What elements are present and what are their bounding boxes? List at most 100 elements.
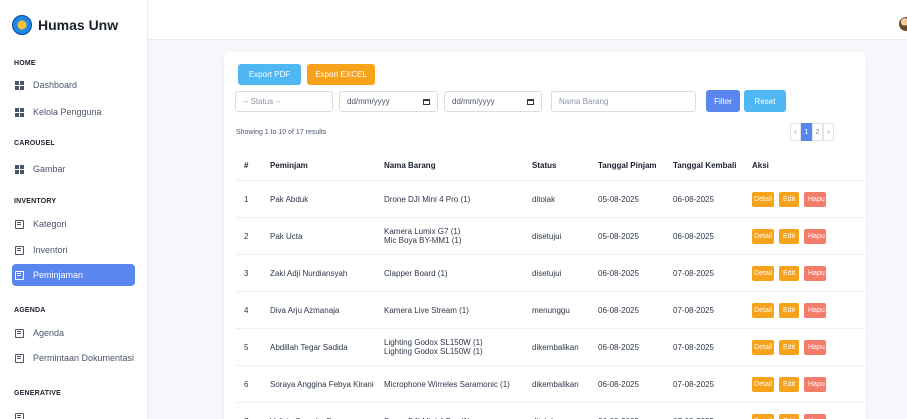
hapus-button[interactable]: Hapu — [804, 302, 826, 318]
edit-button[interactable]: Edit — [779, 265, 799, 281]
calendar-icon[interactable] — [423, 98, 430, 105]
avatar[interactable] — [899, 17, 907, 31]
barang-item: Kamera Live Stream (1) — [384, 305, 469, 315]
edit-button[interactable]: Edit — [779, 302, 799, 318]
detail-button[interactable]: Detail — [752, 302, 774, 318]
edit-button[interactable]: Edit — [779, 376, 799, 392]
cell-tanggal-pinjam: 05-08-2025 — [598, 231, 639, 241]
cell-aksi: Detail Edit Hapu — [752, 339, 862, 355]
cell-tanggal-pinjam: 06-08-2025 — [598, 342, 639, 352]
results-summary: Showing 1 to 10 of 17 results — [236, 129, 327, 136]
sidebar-item-peminjaman[interactable]: Peminjaman — [12, 264, 135, 286]
hapus-button[interactable]: Hapu — [804, 413, 826, 419]
header-status: Status — [532, 160, 557, 170]
hapus-button[interactable]: Hapu — [804, 191, 826, 207]
filter-button[interactable]: Filter — [706, 90, 740, 112]
cell-aksi: Detail Edit Hapu — [752, 265, 862, 281]
list-icon — [15, 245, 24, 255]
section-title-home: HOME — [14, 60, 36, 67]
list-icon — [15, 270, 24, 280]
table-body: 1 Pak Abduk Drone DJI Mini 4 Pro (1) ditola… — [236, 180, 866, 419]
nama-barang-placeholder: Nama Barang — [559, 97, 609, 106]
pagination-page-2[interactable]: 2 — [812, 123, 823, 141]
sidebar-item-label: Agenda — [33, 328, 65, 338]
cell-no: 2 — [244, 231, 249, 241]
cell-tanggal-pinjam: 06-08-2025 — [598, 305, 639, 315]
date-to-input[interactable]: dd/mm/yyyy — [444, 91, 542, 112]
export-pdf-button[interactable]: Export PDF — [238, 64, 301, 85]
cell-nama-barang: Clapper Board (1) — [384, 269, 532, 278]
peminjaman-table: # Peminjam Nama Barang Status Tanggal Pi… — [236, 150, 866, 419]
sidebar-item-label: Inventori — [33, 245, 68, 255]
detail-button[interactable]: Detail — [752, 376, 774, 392]
section-title-agenda: AGENDA — [14, 307, 46, 314]
brand[interactable]: Humas Unw — [0, 0, 147, 40]
cell-status: menunggu — [532, 305, 570, 315]
date-from-value: dd/mm/yyyy — [347, 97, 390, 106]
cell-status: disetujui — [532, 231, 562, 241]
sidebar-item-dashboard[interactable]: Dashboard — [12, 74, 135, 96]
sidebar-item-label: Dashboard — [33, 80, 78, 90]
edit-button[interactable]: Edit — [779, 228, 799, 244]
table-row: 5 Abdillah Tegar Sadida Lighting Godox SL1… — [236, 328, 866, 365]
cell-aksi: Detail Edit Hapu — [752, 302, 862, 318]
pagination-next[interactable]: › — [823, 123, 834, 141]
cell-tanggal-kembali: 07-08-2025 — [673, 268, 714, 278]
hapus-button[interactable]: Hapu — [804, 339, 826, 355]
list-icon — [15, 219, 24, 229]
status-select-value: -- Status -- — [243, 97, 281, 106]
header-no: # — [244, 160, 249, 170]
detail-button[interactable]: Detail — [752, 228, 774, 244]
sidebar-item-gambar[interactable]: Gambar — [12, 158, 135, 180]
sidebar-item-inventori[interactable]: Inventori — [12, 239, 135, 261]
sidebar-item-kategori[interactable]: Kategori — [12, 213, 135, 235]
sidebar-item-generative[interactable] — [12, 406, 135, 419]
header-nama-barang: Nama Barang — [384, 160, 436, 170]
detail-button[interactable]: Detail — [752, 339, 774, 355]
detail-button[interactable]: Detail — [752, 413, 774, 419]
list-icon — [15, 328, 24, 338]
header-tanggal-pinjam: Tanggal Pinjam — [598, 160, 657, 170]
header-tanggal-kembali: Tanggal Kembali — [673, 160, 737, 170]
sidebar-item-permintaan-dokumentasi[interactable]: Permintaan Dokumentasi — [12, 347, 135, 369]
cell-status: ditolak — [532, 194, 556, 204]
edit-button[interactable]: Edit — [779, 191, 799, 207]
detail-button[interactable]: Detail — [752, 191, 774, 207]
reset-button[interactable]: Reset — [744, 90, 786, 112]
table-row: 4 Diva Arju Azmanaja Kamera Live Stream (1… — [236, 291, 866, 328]
pagination-prev[interactable]: ‹ — [790, 123, 801, 141]
cell-status: dikembalikan — [532, 342, 579, 352]
detail-button[interactable]: Detail — [752, 265, 774, 281]
sidebar-item-agenda[interactable]: Agenda — [12, 322, 135, 344]
calendar-icon[interactable] — [527, 98, 534, 105]
date-from-input[interactable]: dd/mm/yyyy — [339, 91, 438, 112]
sidebar-item-label: Kelola Pengguna — [33, 107, 102, 117]
sidebar-item-label: Permintaan Dokumentasi — [33, 353, 135, 363]
cell-peminjam: Diva Arju Azmanaja — [270, 305, 340, 315]
pagination: ‹ 1 2 › — [790, 123, 834, 141]
nama-barang-input[interactable]: Nama Barang — [551, 91, 696, 112]
sidebar-item-kelola-pengguna[interactable]: Kelola Pengguna — [12, 101, 135, 123]
edit-button[interactable]: Edit — [779, 413, 799, 419]
cell-peminjam: Abdillah Tegar Sadida — [270, 342, 348, 352]
header-peminjam: Peminjam — [270, 160, 308, 170]
brand-name: Humas Unw — [38, 16, 119, 33]
cell-tanggal-kembali: 06-08-2025 — [673, 231, 714, 241]
hapus-button[interactable]: Hapu — [804, 265, 826, 281]
sidebar-item-label: Kategori — [33, 219, 67, 229]
cell-aksi: Detail Edit Hapu — [752, 376, 862, 392]
grid-icon — [15, 164, 24, 174]
export-excel-button[interactable]: Export EXCEL — [307, 64, 375, 85]
cell-tanggal-kembali: 07-08-2025 — [673, 379, 714, 389]
pagination-page-1[interactable]: 1 — [801, 123, 812, 141]
grid-icon — [15, 107, 24, 117]
barang-item: Kamera Lumix G7 (1) — [384, 227, 461, 236]
hapus-button[interactable]: Hapu — [804, 376, 826, 392]
hapus-button[interactable]: Hapu — [804, 228, 826, 244]
status-select[interactable]: -- Status -- — [235, 91, 333, 112]
cell-aksi: Detail Edit Hapu — [752, 191, 862, 207]
cell-nama-barang: Lighting Godox SL150W (1) Lighting Godox … — [384, 338, 532, 356]
table-header: # Peminjam Nama Barang Status Tanggal Pi… — [236, 150, 866, 180]
edit-button[interactable]: Edit — [779, 339, 799, 355]
cell-nama-barang: Kamera Live Stream (1) — [384, 306, 532, 315]
